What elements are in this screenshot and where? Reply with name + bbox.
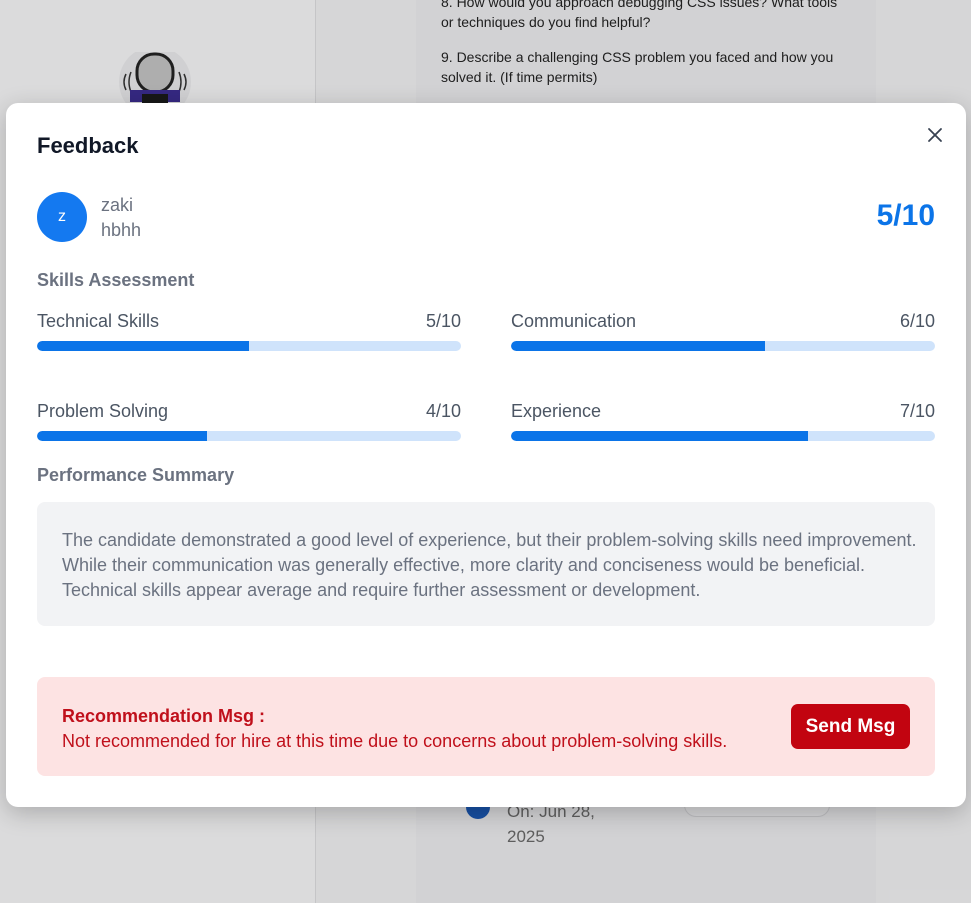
skill-progress-bar <box>511 341 935 351</box>
skill-label: Communication <box>511 311 637 331</box>
performance-summary-heading: Performance Summary <box>37 465 235 485</box>
skill-progress-fill <box>37 431 207 441</box>
skill-experience: Experience 7/10 <box>511 401 935 441</box>
skill-progress-bar <box>37 431 461 441</box>
modal-title: Feedback <box>37 133 139 158</box>
skill-label: Problem Solving <box>37 401 169 421</box>
feedback-modal: Feedback z zaki hbhh 5/10 Skills Assessm… <box>6 103 966 807</box>
send-msg-button[interactable]: Send Msg <box>791 704 910 749</box>
skills-assessment-heading: Skills Assessment <box>37 270 195 290</box>
skill-progress-fill <box>37 341 249 351</box>
overall-score: 5/10 <box>876 199 935 232</box>
skill-problem-solving: Problem Solving 4/10 <box>37 401 461 441</box>
skill-progress-bar <box>37 341 461 351</box>
candidate-role: hbhh <box>101 220 142 240</box>
recommendation-title: Recommendation Msg : <box>62 706 266 726</box>
skill-label: Experience <box>511 401 602 421</box>
recommendation-text: Not recommended for hire at this time du… <box>62 731 728 751</box>
skill-progress-fill <box>511 341 766 351</box>
skill-score: 6/10 <box>899 311 935 331</box>
skill-progress-bar <box>511 431 935 441</box>
skill-progress-fill <box>511 431 808 441</box>
candidate-name: zaki <box>101 195 134 215</box>
performance-summary-text: The candidate demonstrated a good level … <box>62 530 917 600</box>
recommendation-box: Recommendation Msg : Not recommended for… <box>37 677 935 776</box>
performance-summary-box: The candidate demonstrated a good level … <box>37 502 935 626</box>
skill-label: Technical Skills <box>37 311 160 331</box>
skill-score: 5/10 <box>425 311 461 331</box>
skill-score: 7/10 <box>899 401 935 421</box>
skill-technical: Technical Skills 5/10 <box>37 311 461 351</box>
skill-score: 4/10 <box>425 401 461 421</box>
skill-communication: Communication 6/10 <box>511 311 935 351</box>
avatar: z <box>37 192 87 242</box>
close-icon[interactable] <box>925 125 945 145</box>
